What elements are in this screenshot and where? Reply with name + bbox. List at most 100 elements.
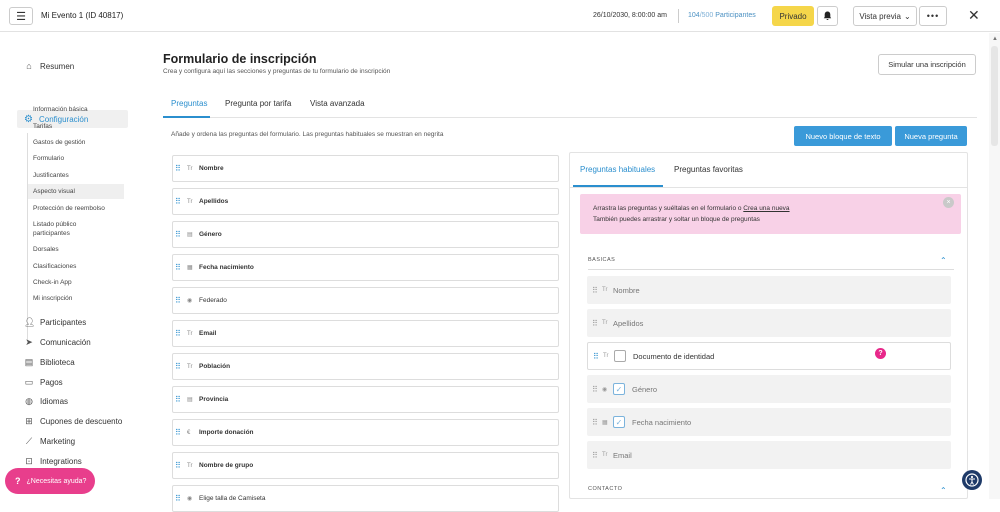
library-question-item[interactable]: ⠿ Tr Email bbox=[587, 441, 951, 469]
submenu-item-clasificaciones[interactable]: Clasificaciones bbox=[33, 262, 123, 271]
tab-pregunta-tarifa[interactable]: Pregunta por tarifa bbox=[225, 99, 291, 108]
drag-handle-icon[interactable]: ⠿ bbox=[175, 164, 181, 173]
library-question-item[interactable]: ⠿ ▦ ✓ Fecha nacimiento bbox=[587, 408, 951, 436]
sidebar-item-participantes[interactable]: 👤︎ Participantes bbox=[24, 313, 86, 331]
new-text-block-button[interactable]: Nuevo bloque de texto bbox=[794, 126, 892, 146]
library-question-item[interactable]: ⠿ Tr Apellidos bbox=[587, 309, 951, 337]
participants-total: /500 bbox=[699, 12, 714, 19]
preview-button[interactable]: Vista previa ⌄ bbox=[853, 6, 917, 26]
chevron-up-icon[interactable]: ⌃ bbox=[940, 486, 947, 495]
drag-handle-icon[interactable]: ⠿ bbox=[175, 461, 181, 470]
library-question-item[interactable]: ⠿ ◉ ✓ Género bbox=[587, 375, 951, 403]
drag-handle-icon[interactable]: ⠿ bbox=[175, 197, 181, 206]
form-question-item[interactable]: ⠿ ▦ Fecha nacimiento bbox=[172, 254, 559, 281]
sidebar-item-idiomas[interactable]: ◍ Idiomas bbox=[24, 392, 68, 410]
more-options-button[interactable]: ••• bbox=[919, 6, 947, 26]
submenu-item-dorsales[interactable]: Dorsales bbox=[33, 245, 123, 254]
scroll-up-icon[interactable]: ▲ bbox=[992, 36, 998, 42]
private-button[interactable]: Privado bbox=[772, 6, 814, 26]
submenu-item-listado-2[interactable]: participantes bbox=[33, 229, 123, 238]
tab-preguntas-habituales[interactable]: Preguntas habituales bbox=[580, 165, 655, 174]
sidebar-item-resumen[interactable]: ⌂ Resumen bbox=[24, 57, 74, 75]
form-question-item[interactable]: ⠿ € Importe donación bbox=[172, 419, 559, 446]
drag-handle-icon[interactable]: ⠿ bbox=[175, 362, 181, 371]
submenu-item-tarifas[interactable]: Tarifas bbox=[33, 122, 123, 131]
sidebar-item-comunicacion[interactable]: ➤ Comunicación bbox=[24, 333, 90, 351]
submenu-item-informacion[interactable]: Información básica bbox=[33, 105, 123, 114]
drag-handle-icon[interactable]: ⠿ bbox=[175, 296, 181, 305]
ticket-icon: ⊞ bbox=[25, 415, 33, 426]
drag-handle-icon[interactable]: ⠿ bbox=[592, 451, 598, 460]
form-question-item[interactable]: ⠿ Tr Email bbox=[172, 320, 559, 347]
checkbox[interactable]: ✓ bbox=[613, 416, 625, 428]
drag-handle-icon[interactable]: ⠿ bbox=[592, 319, 598, 328]
submenu-item-listado[interactable]: Listado público bbox=[33, 220, 123, 229]
scrollbar-thumb[interactable] bbox=[991, 46, 998, 146]
form-question-item[interactable]: ⠿ ◉ Federado bbox=[172, 287, 559, 314]
sidebar-item-pagos[interactable]: ▭ Pagos bbox=[24, 373, 63, 391]
sidebar-item-label: Marketing bbox=[40, 436, 76, 446]
checkbox[interactable]: ✓ bbox=[613, 383, 625, 395]
page-subtitle: Crea y configura aquí las secciones y pr… bbox=[163, 68, 391, 75]
checkbox[interactable] bbox=[614, 350, 626, 362]
question-label: Email bbox=[199, 330, 217, 337]
form-question-item[interactable]: ⠿ Tr Población bbox=[172, 353, 559, 380]
chevron-down-icon: ⌄ bbox=[903, 11, 911, 21]
library-question-item[interactable]: ⠿ Tr Nombre bbox=[587, 276, 951, 304]
drag-handle-icon[interactable]: ⠿ bbox=[593, 352, 599, 361]
sidebar-item-cupones[interactable]: ⊞ Cupones de descuento bbox=[24, 412, 122, 430]
event-title[interactable]: Mi Evento 1 (ID 40817) bbox=[41, 11, 123, 20]
info-line-1: Arrastra las preguntas y suéltalas en el… bbox=[593, 205, 790, 212]
drag-handle-icon[interactable]: ⠿ bbox=[592, 385, 598, 394]
submenu-item-formulario[interactable]: Formulario bbox=[33, 154, 123, 163]
field-type-icon: Tr bbox=[602, 320, 608, 326]
drag-handle-icon[interactable]: ⠿ bbox=[175, 230, 181, 239]
close-icon[interactable]: × bbox=[943, 197, 954, 208]
drag-handle-icon[interactable]: ⠿ bbox=[592, 286, 598, 295]
question-label: Apellidos bbox=[613, 318, 644, 328]
new-question-button[interactable]: Nueva pregunta bbox=[895, 126, 967, 146]
field-type-icon: ◉ bbox=[602, 386, 608, 393]
submenu-item-gastos[interactable]: Gastos de gestión bbox=[33, 138, 123, 147]
send-icon: ➤ bbox=[25, 336, 33, 347]
participants-count[interactable]: 104/500 Participantes bbox=[688, 12, 756, 19]
hamburger-icon[interactable]: ☰ bbox=[9, 7, 33, 25]
field-type-icon: Tr bbox=[187, 462, 193, 469]
tab-preguntas-favoritas[interactable]: Preguntas favoritas bbox=[674, 165, 743, 174]
sidebar-item-label: Idiomas bbox=[40, 396, 69, 406]
form-question-item[interactable]: ⠿ Tr Nombre bbox=[172, 155, 559, 182]
form-question-item[interactable]: ⠿ ▤ Género bbox=[172, 221, 559, 248]
simulate-button[interactable]: Simular una inscripción bbox=[878, 54, 976, 75]
submenu-item-justificantes[interactable]: Justificantes bbox=[33, 171, 123, 180]
drag-handle-icon[interactable]: ⠿ bbox=[175, 329, 181, 338]
drag-handle-icon[interactable]: ⠿ bbox=[175, 263, 181, 272]
notifications-button[interactable] bbox=[817, 6, 838, 26]
accessibility-button[interactable] bbox=[962, 470, 982, 490]
submenu-item-proteccion[interactable]: Protección de reembolso bbox=[33, 204, 123, 213]
submenu-item-aspecto[interactable]: Aspecto visual bbox=[33, 187, 123, 196]
drag-handle-icon[interactable]: ⠿ bbox=[592, 418, 598, 427]
help-badge[interactable]: ? bbox=[875, 348, 886, 359]
form-question-item[interactable]: ⠿ ▤ Provincia bbox=[172, 386, 559, 413]
sidebar-item-marketing[interactable]: ⟋ Marketing bbox=[24, 432, 75, 450]
submenu-item-checkin[interactable]: Check-in App bbox=[33, 278, 123, 287]
drag-handle-icon[interactable]: ⠿ bbox=[175, 395, 181, 404]
create-new-link[interactable]: Crea una nueva bbox=[743, 205, 789, 212]
tab-indicator bbox=[163, 116, 210, 118]
close-icon[interactable]: ✕ bbox=[968, 7, 980, 24]
question-label: Población bbox=[199, 363, 231, 370]
form-question-item[interactable]: ⠿ Tr Nombre de grupo bbox=[172, 452, 559, 479]
field-type-icon: Tr bbox=[187, 165, 193, 172]
field-type-icon: Tr bbox=[603, 353, 609, 359]
submenu-item-mi-inscripcion[interactable]: Mi inscripción bbox=[33, 294, 123, 303]
sidebar-item-label: Cupones de descuento bbox=[40, 416, 123, 426]
drag-handle-icon[interactable]: ⠿ bbox=[175, 428, 181, 437]
tab-vista-avanzada[interactable]: Vista avanzada bbox=[310, 99, 365, 108]
library-question-item[interactable]: ⠿ Tr Documento de identidad bbox=[587, 342, 951, 370]
chevron-up-icon[interactable]: ⌃ bbox=[940, 256, 947, 265]
user-icon: 👤︎ bbox=[24, 316, 36, 327]
form-question-item[interactable]: ⠿ Tr Apellidos bbox=[172, 188, 559, 215]
help-button[interactable]: ? ¿Necesitas ayuda? bbox=[5, 468, 95, 494]
sidebar-item-biblioteca[interactable]: ▤ Biblioteca bbox=[24, 353, 75, 371]
tab-preguntas[interactable]: Preguntas bbox=[171, 99, 207, 108]
